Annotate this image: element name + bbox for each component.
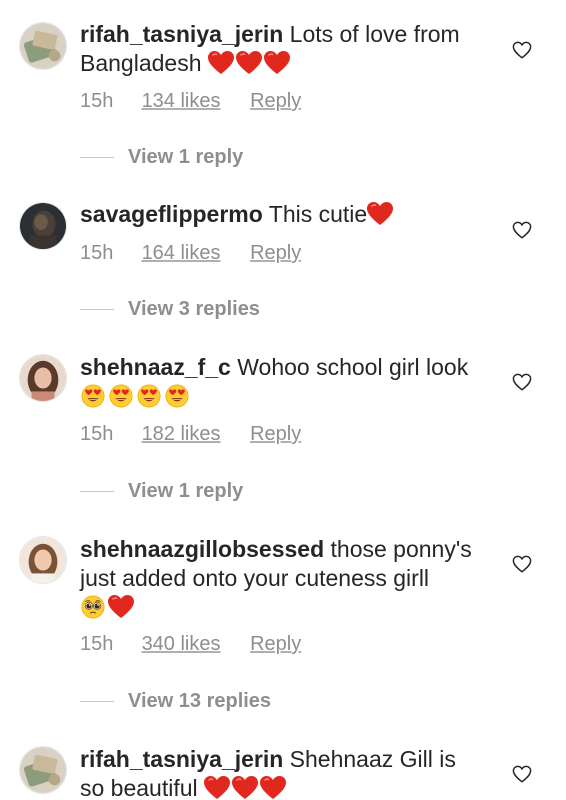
red-heart-emoji-icon (236, 51, 262, 75)
red-heart-emoji-icon (260, 776, 286, 800)
heart-eyes-emoji-icon (80, 384, 106, 408)
comment-body: savageflippermo This cutie (80, 200, 480, 229)
avatar[interactable] (19, 536, 67, 584)
comment-meta: 15h 182 likes Reply (80, 423, 301, 446)
likes-count-link[interactable]: 340 likes (142, 633, 221, 655)
avatar-image (20, 537, 66, 583)
avatar[interactable] (19, 202, 67, 250)
comment-username[interactable]: shehnaaz_f_c (80, 354, 231, 380)
view-replies-label: View 13 replies (128, 690, 272, 712)
heart-eyes-emoji-icon (108, 384, 134, 408)
emoji-group (80, 594, 136, 620)
pleading-face-emoji-icon (80, 595, 106, 619)
emoji-group (204, 775, 288, 800)
comment-meta: 15h 340 likes Reply (80, 633, 301, 656)
likes-count-link[interactable]: 134 likes (142, 90, 221, 112)
avatar[interactable] (19, 746, 67, 794)
view-replies-button[interactable]: View 13 replies (80, 690, 271, 713)
red-heart-emoji-icon (264, 51, 290, 75)
like-heart-icon[interactable] (512, 765, 532, 783)
likes-count-link[interactable]: 164 likes (142, 242, 221, 264)
comment-username[interactable]: shehnaazgillobsessed (80, 536, 324, 562)
view-replies-label: View 1 reply (128, 146, 244, 168)
like-heart-icon[interactable] (512, 41, 532, 59)
view-replies-button[interactable]: View 1 reply (80, 480, 243, 503)
comment-timestamp: 15h (80, 90, 114, 112)
like-heart-icon[interactable] (512, 555, 532, 573)
comment-text: Wohoo school girl look (237, 354, 469, 380)
red-heart-emoji-icon (204, 776, 230, 800)
comment-text: This cutie (268, 201, 368, 227)
emoji-group (80, 383, 192, 409)
red-heart-emoji-icon (108, 595, 134, 619)
reply-button[interactable]: Reply (250, 633, 301, 655)
avatar-image (20, 203, 66, 249)
view-replies-label: View 1 reply (128, 480, 244, 502)
avatar-image (20, 747, 66, 793)
comment-username[interactable]: rifah_tasniya_jerin (80, 746, 283, 772)
red-heart-emoji-icon (232, 776, 258, 800)
comment-meta: 15h 134 likes Reply (80, 90, 301, 113)
view-replies-button[interactable]: View 3 replies (80, 298, 260, 321)
comment-meta: 15h 164 likes Reply (80, 242, 301, 265)
emoji-group (208, 50, 292, 76)
red-heart-emoji-icon (208, 51, 234, 75)
like-heart-icon[interactable] (512, 221, 532, 239)
comment-body: shehnaazgillobsessed those ponny's just … (80, 535, 480, 622)
avatar-image (20, 355, 66, 401)
red-heart-emoji-icon (367, 202, 393, 226)
like-heart-icon[interactable] (512, 373, 532, 391)
avatar[interactable] (19, 354, 67, 402)
reply-button[interactable]: Reply (250, 423, 301, 445)
comment-timestamp: 15h (80, 423, 114, 445)
view-replies-label: View 3 replies (128, 298, 260, 320)
divider-line (80, 309, 114, 311)
comment-username[interactable]: rifah_tasniya_jerin (80, 21, 283, 47)
divider-line (80, 157, 114, 159)
comment-timestamp: 15h (80, 633, 114, 655)
heart-eyes-emoji-icon (164, 384, 190, 408)
comment-username[interactable]: savageflippermo (80, 201, 263, 227)
avatar[interactable] (19, 22, 67, 70)
view-replies-button[interactable]: View 1 reply (80, 146, 243, 169)
emoji-group (367, 201, 395, 227)
comment-body: rifah_tasniya_jerin Shehnaaz Gill is so … (80, 745, 480, 800)
reply-button[interactable]: Reply (250, 90, 301, 112)
divider-line (80, 491, 114, 493)
heart-eyes-emoji-icon (136, 384, 162, 408)
likes-count-link[interactable]: 182 likes (142, 423, 221, 445)
comment-body: shehnaaz_f_c Wohoo school girl look (80, 353, 480, 411)
avatar-image (20, 23, 66, 69)
divider-line (80, 701, 114, 703)
comment-timestamp: 15h (80, 242, 114, 264)
comment-body: rifah_tasniya_jerin Lots of love from Ba… (80, 20, 480, 78)
reply-button[interactable]: Reply (250, 242, 301, 264)
